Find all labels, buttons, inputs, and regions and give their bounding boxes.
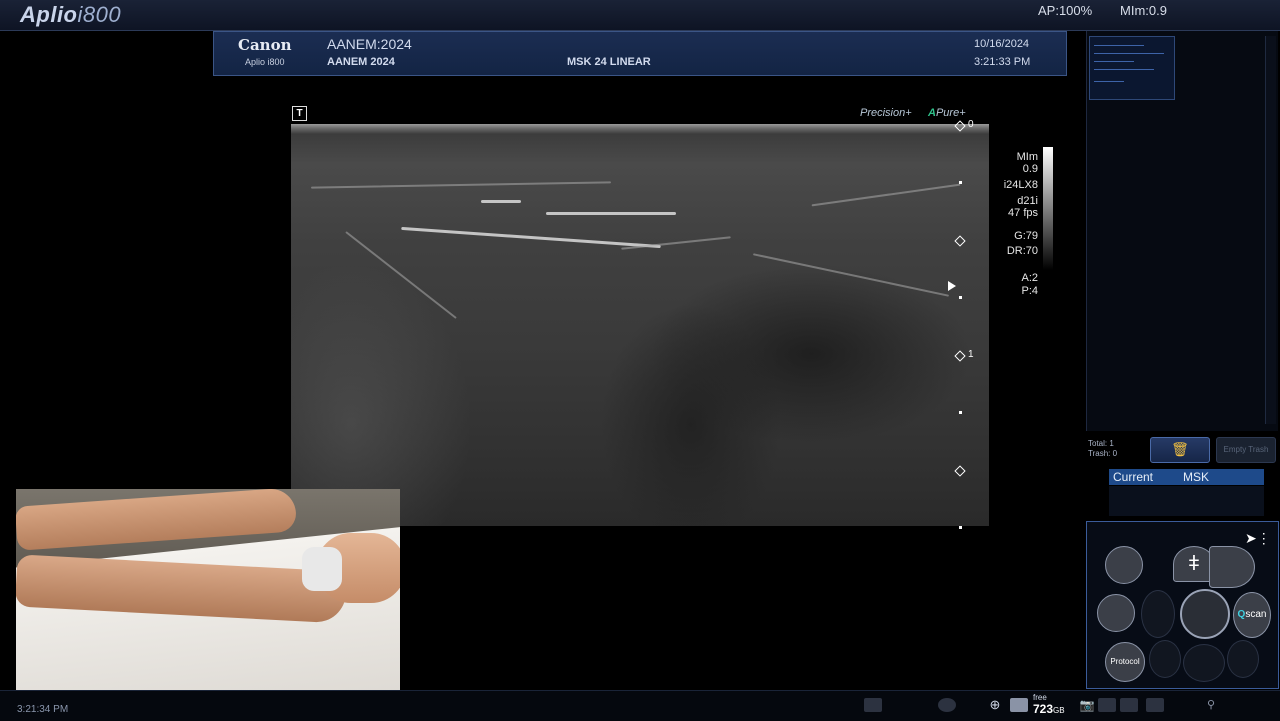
imaging-parameters: MIm 0.9 i24LX8 d21i 47 fps G:79 DR:70 A:… xyxy=(992,151,1038,297)
precision-plus-label: Precision+ xyxy=(860,107,912,119)
preset-name: MSK 24 LINEAR xyxy=(567,56,651,68)
trash-count: Trash: 0 xyxy=(1088,449,1118,458)
acoustic-power-readout: AP:100% xyxy=(1038,3,1093,18)
depth-scale: 0 1 xyxy=(954,119,975,534)
system-clock: 3:21:34 PM xyxy=(17,704,69,715)
thumbnail-line xyxy=(1094,81,1124,82)
thumbnail-line xyxy=(1094,61,1134,62)
usb-icon[interactable]: ⚲ xyxy=(1202,698,1220,712)
exam-time: 3:21:33 PM xyxy=(974,56,1031,68)
touch-control-pad: ǂ ➤⋮ Qscan Protocol xyxy=(1086,521,1279,689)
network-icon[interactable]: ⊕ xyxy=(986,698,1004,712)
pad-button-inactive[interactable] xyxy=(1183,644,1225,682)
protocol-button[interactable]: Protocol xyxy=(1105,642,1145,682)
pad-center-button[interactable] xyxy=(1180,589,1230,639)
fascia-line xyxy=(311,181,611,189)
param-value: DR:70 xyxy=(1006,245,1038,257)
canon-logo: Canon xyxy=(238,36,292,54)
canon-model-label: Aplio i800 xyxy=(245,57,285,67)
ultrasound-image[interactable] xyxy=(291,124,989,526)
qscan-button[interactable]: Qscan xyxy=(1233,592,1271,638)
fascia-line xyxy=(546,212,676,215)
param-value: 47 fps xyxy=(1008,207,1038,219)
printer-icon[interactable] xyxy=(1098,698,1116,712)
fascia-line xyxy=(811,183,961,207)
patient-name: AANEM 2024 xyxy=(327,56,395,68)
param-value: i24LX8 xyxy=(1003,179,1038,191)
thumbnail-scrollbar[interactable] xyxy=(1265,36,1276,424)
printer-icon[interactable] xyxy=(1120,698,1138,712)
pad-button[interactable] xyxy=(1105,546,1143,584)
depth-marker xyxy=(954,350,966,362)
param-value: A:2 xyxy=(1021,272,1038,284)
pad-button-inactive[interactable] xyxy=(1227,640,1259,678)
camera-icon[interactable]: 📷 xyxy=(1078,698,1096,712)
free-space-label: free xyxy=(1033,693,1047,702)
institution-name: AANEM:2024 xyxy=(327,36,412,52)
empty-trash-button[interactable]: Empty Trash xyxy=(1216,437,1276,463)
fascia-line xyxy=(481,200,521,203)
param-value: d21i xyxy=(1017,195,1038,207)
pad-button[interactable] xyxy=(1209,546,1255,588)
image-totals: Total: 1 Trash: 0 xyxy=(1088,439,1117,459)
depth-tick xyxy=(959,526,962,529)
free-space-value: 723GB xyxy=(1033,702,1065,716)
thumbnail-line xyxy=(1094,45,1144,46)
current-label: Current xyxy=(1113,470,1154,484)
current-exam-row[interactable]: Current MSK xyxy=(1109,469,1264,485)
depth-marker xyxy=(954,235,966,247)
param-value: 0.9 xyxy=(1022,163,1038,175)
depth-marker xyxy=(954,120,966,132)
apure-plus-label: APure+ xyxy=(928,107,966,119)
param-value: G:79 xyxy=(1014,230,1038,242)
depth-marker xyxy=(954,465,966,477)
depth-label: 0 xyxy=(968,119,974,130)
trash-button[interactable]: 🗑 xyxy=(1150,437,1210,463)
camera-inset-video xyxy=(16,489,400,704)
orientation-marker: T xyxy=(292,106,307,121)
fascia-line xyxy=(345,231,457,319)
pad-button[interactable] xyxy=(1097,594,1135,632)
brand-logo: Aplioi800 xyxy=(20,2,122,27)
fascia-line xyxy=(401,226,661,249)
exam-list-area xyxy=(1109,486,1264,516)
param-label: MIm xyxy=(1016,151,1038,163)
total-count: Total: 1 xyxy=(1088,439,1114,448)
param-value: P:4 xyxy=(1021,285,1038,297)
pad-button-inactive[interactable] xyxy=(1141,590,1175,638)
depth-label: 1 xyxy=(968,349,974,360)
exam-date: 10/16/2024 xyxy=(974,38,1030,50)
thumbnail-line xyxy=(1094,53,1164,54)
drive-icon xyxy=(1010,698,1028,712)
grayscale-bar xyxy=(1043,147,1053,270)
trash-icon: 🗑 xyxy=(1171,441,1189,457)
current-value: MSK xyxy=(1183,470,1210,484)
thumbnail-line xyxy=(1094,69,1154,70)
patient-header: Canon Aplio i800 AANEM:2024 AANEM 2024 M… xyxy=(213,31,1067,76)
depth-tick xyxy=(959,296,962,299)
mechanical-index-readout: MIm:0.9 xyxy=(1120,3,1167,18)
pacs-icon[interactable] xyxy=(1146,698,1164,712)
focus-marker-icon[interactable] xyxy=(948,281,956,291)
depth-tick xyxy=(959,181,962,184)
pointer-arrow-icon[interactable]: ➤⋮ xyxy=(1245,530,1271,547)
status-icon[interactable] xyxy=(938,698,956,712)
depth-tick xyxy=(959,411,962,414)
image-thumbnail[interactable] xyxy=(1089,36,1175,100)
pad-button-inactive[interactable] xyxy=(1149,640,1181,678)
status-icon[interactable] xyxy=(864,698,882,712)
fascia-line xyxy=(752,253,950,297)
ultrasound-probe xyxy=(302,547,342,591)
